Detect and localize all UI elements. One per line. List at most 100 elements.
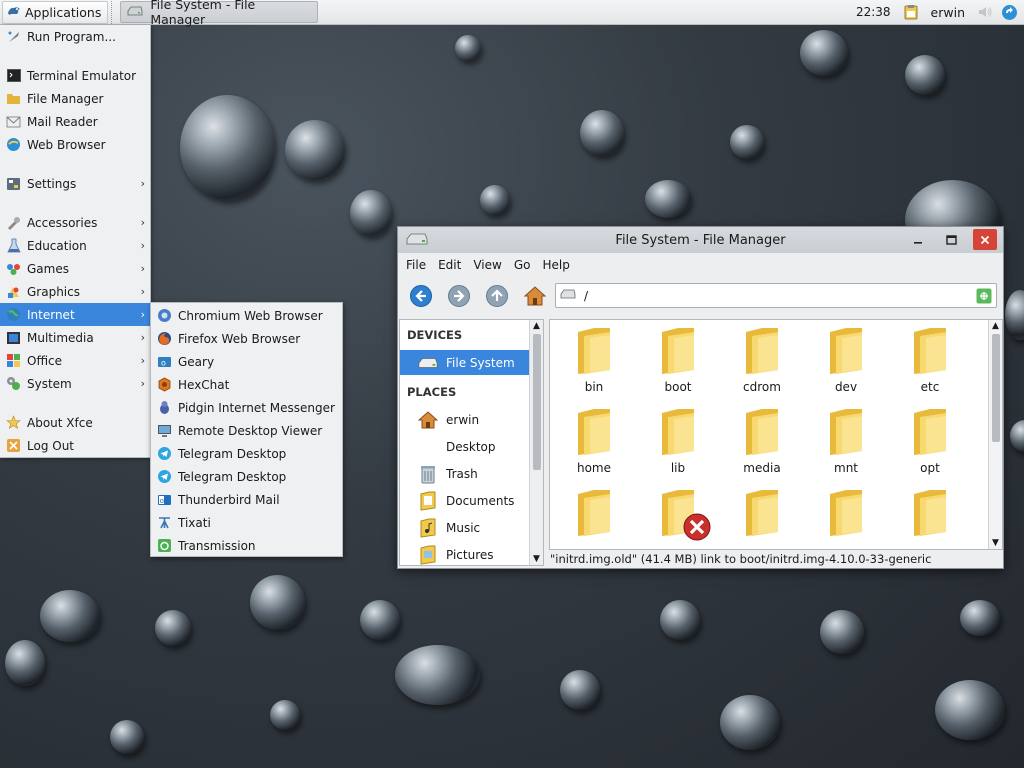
folder-icon — [654, 326, 702, 376]
top-panel: Applications File System - File Manager … — [0, 0, 1024, 27]
submenu-item-tixati[interactable]: Tixati — [151, 511, 342, 534]
menu-item-games[interactable]: Games › — [0, 257, 150, 280]
sidebar-scrollbar[interactable]: ▲ ▼ — [529, 320, 543, 565]
menu-go[interactable]: Go — [508, 258, 537, 272]
folder-icon — [822, 488, 870, 538]
sidebar-item-label: Trash — [446, 466, 478, 481]
menu-file[interactable]: File — [400, 258, 432, 272]
back-button[interactable] — [406, 281, 436, 311]
submenu-item-firefox[interactable]: Firefox Web Browser — [151, 327, 342, 350]
menu-item-run-program[interactable]: Run Program... — [0, 25, 150, 48]
folder-item[interactable]: dev — [806, 326, 886, 402]
menu-item-office[interactable]: Office › — [0, 349, 150, 372]
maximize-button[interactable] — [939, 229, 963, 250]
thunderbird-icon: o — [157, 492, 172, 507]
sidebar-item-desktop[interactable]: Desktop — [400, 434, 530, 459]
chevron-right-icon: › — [140, 354, 145, 367]
folder-item[interactable] — [806, 488, 886, 549]
close-button[interactable] — [973, 229, 997, 250]
scroll-up-icon[interactable]: ▲ — [533, 321, 540, 331]
folder-item[interactable] — [722, 488, 802, 549]
folder-item[interactable] — [638, 488, 718, 549]
menu-item-graphics[interactable]: Graphics › — [0, 280, 150, 303]
menu-view[interactable]: View — [467, 258, 507, 272]
menu-item-label: Run Program... — [27, 29, 116, 44]
submenu-item-chromium[interactable]: Chromium Web Browser — [151, 304, 342, 327]
folder-item[interactable]: etc — [890, 326, 970, 402]
folder-item[interactable]: home — [554, 407, 634, 483]
submenu-item-transmission[interactable]: Transmission — [151, 534, 342, 557]
sidebar-item-label: Documents — [446, 493, 515, 508]
folder-item[interactable]: opt — [890, 407, 970, 483]
sidebar-item-documents[interactable]: Documents — [400, 488, 530, 513]
sidebar-item-trash[interactable]: Trash — [400, 461, 530, 486]
submenu-item-hexchat[interactable]: HexChat — [151, 373, 342, 396]
up-button[interactable] — [482, 281, 512, 311]
file-manager-window: File System - File Manager File Edit Vie… — [397, 226, 1004, 569]
menu-item-log-out[interactable]: Log Out — [0, 434, 150, 457]
folder-item[interactable]: media — [722, 407, 802, 483]
menu-item-settings[interactable]: Settings › — [0, 172, 150, 195]
volume-icon[interactable] — [976, 3, 994, 21]
submenu-item-geary[interactable]: o Geary — [151, 350, 342, 373]
sidebar-item-file-system[interactable]: File System — [400, 350, 530, 375]
submenu-item-telegram[interactable]: Telegram Desktop — [151, 442, 342, 465]
submenu-item-thunderbird[interactable]: o Thunderbird Mail — [151, 488, 342, 511]
applications-menu-button[interactable]: Applications — [2, 0, 109, 24]
folder-item[interactable]: cdrom — [722, 326, 802, 402]
folder-item[interactable]: bin — [554, 326, 634, 402]
menu-item-accessories[interactable]: Accessories › — [0, 211, 150, 234]
menu-item-system[interactable]: System › — [0, 372, 150, 395]
submenu-item-label: HexChat — [178, 377, 230, 392]
menu-item-terminal[interactable]: Terminal Emulator — [0, 64, 150, 87]
water-drop — [180, 95, 275, 200]
menu-item-education[interactable]: Education › — [0, 234, 150, 257]
firefox-icon — [157, 331, 172, 346]
submenu-item-label: Transmission — [178, 538, 256, 553]
forward-button[interactable] — [444, 281, 474, 311]
folder-item[interactable] — [554, 488, 634, 549]
submenu-item-telegram-2[interactable]: Telegram Desktop — [151, 465, 342, 488]
menu-item-label: Web Browser — [27, 137, 106, 152]
menu-item-internet[interactable]: Internet › — [0, 303, 150, 326]
mail-icon — [6, 114, 21, 129]
home-button[interactable] — [520, 281, 550, 311]
menu-help[interactable]: Help — [536, 258, 575, 272]
window-titlebar[interactable]: File System - File Manager — [398, 227, 1003, 253]
menu-item-web-browser[interactable]: Web Browser — [0, 133, 150, 156]
menu-item-about-xfce[interactable]: About Xfce — [0, 411, 150, 434]
folder-view: bin boot cdrom dev etc home lib media mnt opt ▲ ▼ — [549, 319, 1003, 550]
menu-item-label: Games — [27, 261, 69, 276]
updates-icon[interactable] — [1000, 3, 1018, 21]
water-drop — [250, 575, 305, 630]
folder-label: dev — [834, 380, 858, 394]
status-text: "initrd.img.old" (41.4 MB) link to boot/… — [550, 552, 932, 566]
menu-item-mail-reader[interactable]: Mail Reader — [0, 110, 150, 133]
menu-item-label: About Xfce — [27, 415, 93, 430]
folder-item[interactable]: mnt — [806, 407, 886, 483]
menu-edit[interactable]: Edit — [432, 258, 467, 272]
submenu-item-remote-desktop[interactable]: Remote Desktop Viewer — [151, 419, 342, 442]
minimize-button[interactable] — [906, 229, 930, 250]
folder-view-scrollbar[interactable]: ▲ ▼ — [988, 320, 1002, 549]
menu-item-file-manager[interactable]: File Manager — [0, 87, 150, 110]
clipboard-icon[interactable] — [902, 3, 920, 21]
water-drop — [480, 185, 510, 215]
taskbar-window-button[interactable]: File System - File Manager — [120, 0, 319, 27]
go-icon[interactable] — [976, 288, 992, 307]
sidebar-item-music[interactable]: Music — [400, 515, 530, 540]
folder-view-scrollbar-thumb[interactable] — [992, 334, 1000, 442]
folder-item[interactable]: lib — [638, 407, 718, 483]
scroll-up-icon[interactable]: ▲ — [992, 321, 999, 331]
folder-item[interactable]: boot — [638, 326, 718, 402]
svg-text:o: o — [160, 497, 164, 505]
location-bar[interactable]: / — [555, 283, 997, 308]
clock[interactable]: 22:38 — [848, 5, 899, 19]
scroll-down-icon[interactable]: ▼ — [992, 538, 999, 548]
sidebar-scrollbar-thumb[interactable] — [533, 334, 541, 470]
folder-item[interactable] — [890, 488, 970, 549]
sidebar-item-erwin[interactable]: erwin — [400, 407, 530, 432]
submenu-item-pidgin[interactable]: Pidgin Internet Messenger — [151, 396, 342, 419]
menu-item-multimedia[interactable]: Multimedia › — [0, 326, 150, 349]
user-name[interactable]: erwin — [923, 5, 973, 20]
